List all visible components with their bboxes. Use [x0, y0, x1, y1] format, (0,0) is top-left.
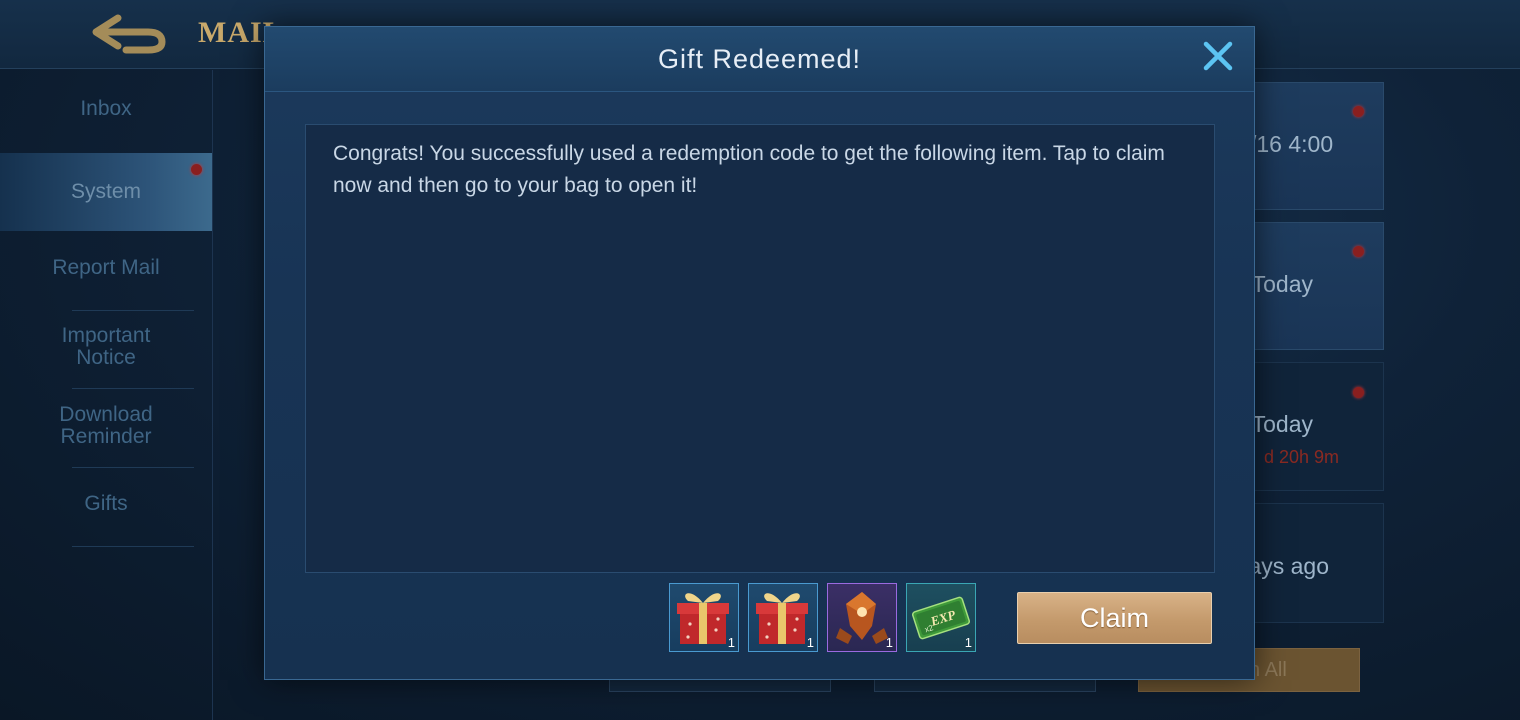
sidebar-divider — [72, 388, 194, 389]
sidebar-item-important-notice[interactable]: Important Notice — [0, 325, 212, 369]
mail-date: ays ago — [1248, 553, 1329, 579]
reward-count: 1 — [727, 635, 735, 650]
sidebar-item-inbox[interactable]: Inbox — [0, 98, 212, 120]
mail-date: Today — [1251, 271, 1313, 297]
sidebar-divider — [72, 467, 194, 468]
sidebar-item-report-mail[interactable]: Report Mail — [0, 257, 212, 279]
unread-dot — [1353, 387, 1364, 398]
unread-dot — [1353, 106, 1364, 117]
reward-item[interactable]: 1 — [748, 583, 818, 652]
gift-redeemed-dialog: Gift Redeemed! Congrats! You successfull… — [264, 26, 1255, 680]
mail-expiry: d 20h 9m — [1263, 447, 1339, 467]
sidebar-item-gifts[interactable]: Gifts — [0, 493, 212, 515]
sidebar-divider — [72, 310, 194, 311]
redemption-message: Congrats! You successfully used a redemp… — [333, 142, 1165, 197]
reward-count: 1 — [964, 635, 972, 650]
mail-sidebar: Inbox System Report Mail Important Notic… — [0, 70, 213, 720]
sidebar-item-system[interactable]: System — [0, 153, 212, 231]
sidebar-item-download-reminder[interactable]: Download Reminder — [0, 404, 212, 448]
reward-count: 1 — [885, 635, 893, 650]
mail-date: /16 4:00 — [1250, 131, 1334, 157]
claim-button-label: Claim — [1079, 603, 1149, 633]
unread-dot — [191, 164, 202, 175]
dialog-title: Gift Redeemed! — [657, 44, 862, 74]
reward-item[interactable]: 1 — [669, 583, 739, 652]
back-arrow-icon[interactable] — [90, 10, 170, 58]
reward-count: 1 — [806, 635, 814, 650]
message-box: Congrats! You successfully used a redemp… — [305, 124, 1215, 573]
claim-button[interactable]: Claim — [1017, 592, 1212, 644]
dialog-header: Gift Redeemed! — [265, 27, 1254, 92]
reward-item[interactable]: EXP x2 1 — [906, 583, 976, 652]
reward-item[interactable]: 1 — [827, 583, 897, 652]
close-icon[interactable] — [1201, 39, 1235, 73]
unread-dot — [1353, 246, 1364, 257]
sidebar-divider — [72, 546, 194, 547]
mail-date: Today — [1251, 411, 1313, 437]
